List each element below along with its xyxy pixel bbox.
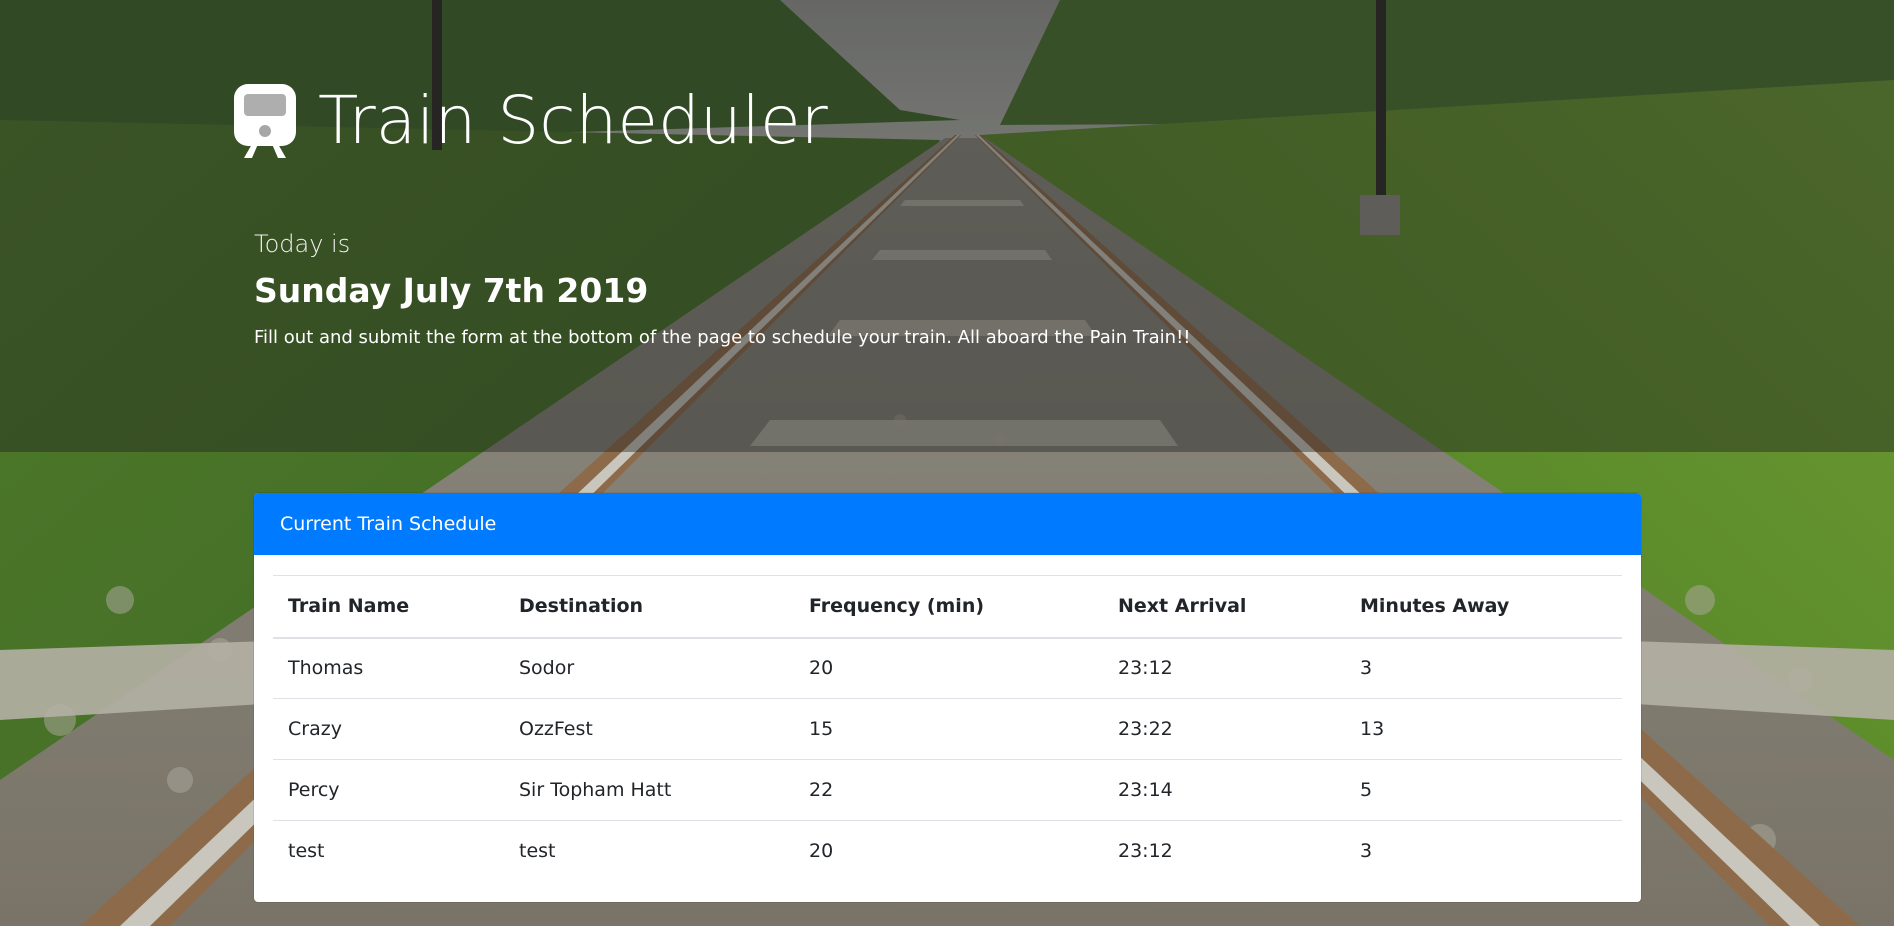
cell-frequency: 22 <box>794 759 1103 821</box>
schedule-table: Train Name Destination Frequency (min) N… <box>273 575 1622 882</box>
cell-frequency: 15 <box>794 698 1103 760</box>
cell-next-arrival: 23:12 <box>1118 840 1173 863</box>
cell-destination: Sir Topham Hatt <box>504 759 794 821</box>
cell-minutes-away: 13 <box>1345 698 1622 760</box>
page-title: Train Scheduler <box>318 81 828 159</box>
column-header-destination: Destination <box>504 575 794 639</box>
cell-minutes-away: 5 <box>1345 759 1622 821</box>
cell-train-name: Thomas <box>273 637 504 699</box>
schedule-card-header: Current Train Schedule <box>254 493 1641 555</box>
cell-destination: Sodor <box>504 637 794 699</box>
cell-next-arrival: 23:12 <box>1103 637 1345 699</box>
cell-train-name: test <box>288 840 325 863</box>
schedule-card-body: Train Name Destination Frequency (min) N… <box>254 555 1641 882</box>
cell-train-name: Percy <box>273 759 504 821</box>
table-row: Thomas Sodor 20 23:12 3 <box>273 637 1622 699</box>
cell-frequency: 20 <box>794 637 1103 699</box>
cell-next-arrival: 23:14 <box>1103 759 1345 821</box>
cell-destination: test <box>519 840 556 863</box>
today-label: Today is <box>254 230 351 258</box>
cell-minutes-away: 3 <box>1345 637 1622 699</box>
jumbotron: Train Scheduler Today is Sunday July 7th… <box>0 0 1894 452</box>
column-header-next-arrival: Next Arrival <box>1103 575 1345 639</box>
column-header-minutes-away: Minutes Away <box>1345 575 1622 639</box>
cell-minutes-away: 3 <box>1360 840 1373 863</box>
cell-next-arrival: 23:22 <box>1103 698 1345 760</box>
cell-train-name: Crazy <box>273 698 504 760</box>
cell-frequency: 20 <box>809 840 834 863</box>
table-header-row: Train Name Destination Frequency (min) N… <box>273 575 1622 639</box>
table-row: Percy Sir Topham Hatt 22 23:14 5 <box>273 759 1622 821</box>
train-icon <box>234 84 296 158</box>
table-row: test test 20 23:12 3 <box>273 821 1622 882</box>
current-date: Sunday July 7th 2019 <box>254 271 649 310</box>
column-header-frequency: Frequency (min) <box>794 575 1103 639</box>
brand: Train Scheduler <box>232 80 828 160</box>
cell-destination: OzzFest <box>504 698 794 760</box>
column-header-train-name: Train Name <box>273 575 504 639</box>
schedule-card: Current Train Schedule Train Name Destin… <box>254 493 1641 902</box>
table-row: Crazy OzzFest 15 23:22 13 <box>273 698 1622 760</box>
lead-text: Fill out and submit the form at the bott… <box>254 327 1191 348</box>
